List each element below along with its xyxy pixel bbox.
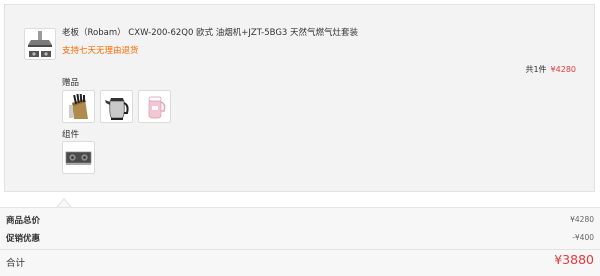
product-thumbnail[interactable] <box>24 28 56 60</box>
gifts-label: 赠品 <box>62 78 80 88</box>
order-summary <box>0 207 600 276</box>
item-count: 共1件 <box>525 65 547 74</box>
item-price: ¥4280 <box>550 65 576 74</box>
range-hood-icon <box>28 31 52 57</box>
discount-label: 促销优惠 <box>6 234 41 244</box>
soymilk-maker-icon <box>148 96 166 119</box>
item-count-price: 共1件 ¥4280 <box>525 64 576 75</box>
summary-divider <box>0 249 600 250</box>
electric-kettle-icon <box>105 98 129 120</box>
subtotal-value: ¥4280 <box>570 215 594 224</box>
subtotal-label: 商品总价 <box>6 216 41 226</box>
total-label: 合计 <box>6 258 26 269</box>
component-thumbnail[interactable] <box>62 141 95 174</box>
gas-stove-icon <box>65 151 92 165</box>
product-title[interactable]: 老板（Robam） CXW-200-62Q0 欧式 油烟机+JZT-5BG3 天… <box>62 26 358 38</box>
gift-thumbnail[interactable] <box>62 90 95 123</box>
gift-thumbnail[interactable] <box>138 90 171 123</box>
components-label: 组件 <box>62 130 80 140</box>
gift-thumbnail[interactable] <box>100 90 133 123</box>
total-value: ¥3880 <box>554 252 594 267</box>
knife-block-icon <box>69 93 88 119</box>
return-policy-note: 支持七天无理由退货 <box>62 46 139 56</box>
discount-value: -¥400 <box>572 233 594 242</box>
